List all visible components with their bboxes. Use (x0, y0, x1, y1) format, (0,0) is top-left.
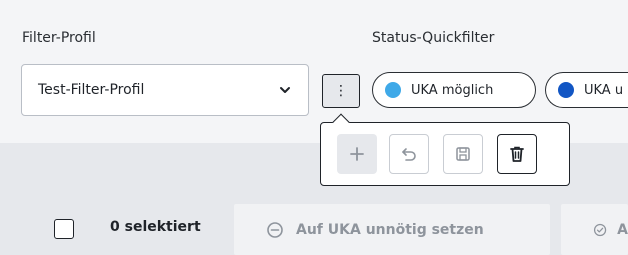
selected-count-label: 0 selektiert (110, 219, 201, 235)
undo-button[interactable] (389, 134, 429, 174)
filter-profile-select[interactable]: Test-Filter-Profil (21, 64, 309, 116)
save-button[interactable] (443, 134, 483, 174)
chip-label: UKA möglich (411, 82, 494, 98)
minus-circle-icon (267, 221, 283, 238)
add-profile-button[interactable] (337, 134, 377, 174)
quickfilter-chip-uka-moeglich[interactable]: UKA möglich (372, 72, 536, 108)
chip-label: UKA u (584, 82, 624, 98)
check-circle-icon (593, 223, 607, 236)
trash-icon (510, 146, 524, 162)
next-action-button[interactable]: A (561, 204, 628, 255)
set-uka-unnoetig-button[interactable]: Auf UKA unnötig setzen (234, 204, 550, 255)
undo-icon (402, 148, 416, 161)
delete-profile-button[interactable] (497, 134, 537, 174)
vertical-dots-icon: ⋮ (334, 83, 348, 99)
more-options-button[interactable]: ⋮ (322, 74, 360, 108)
profile-actions-popover (320, 122, 570, 186)
select-all-checkbox[interactable] (54, 219, 74, 239)
filter-profile-value: Test-Filter-Profil (38, 82, 145, 98)
set-uka-unnoetig-label: Auf UKA unnötig setzen (296, 221, 484, 238)
chevron-down-icon (280, 87, 290, 93)
filter-profile-label: Filter-Profil (22, 30, 96, 46)
status-dot-icon (558, 82, 574, 98)
plus-icon (350, 147, 364, 161)
status-dot-icon (385, 82, 401, 98)
quickfilter-chip-uka-u[interactable]: UKA u (545, 72, 628, 108)
save-icon (456, 147, 470, 161)
status-quickfilter-label: Status-Quickfilter (372, 30, 495, 46)
next-action-label: A (617, 221, 628, 238)
